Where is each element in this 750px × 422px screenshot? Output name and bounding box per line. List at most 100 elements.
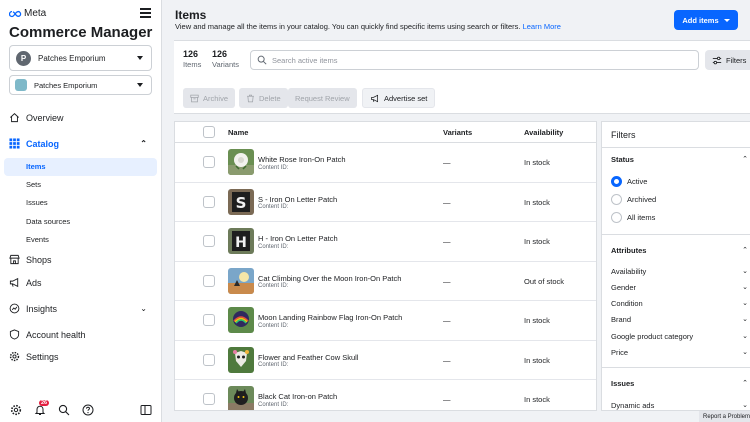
caret-down-icon <box>723 18 730 22</box>
issues-heading[interactable]: Issues <box>611 379 634 388</box>
menu-icon[interactable] <box>140 8 151 18</box>
chevron-down-icon[interactable]: ⌄ <box>742 332 748 340</box>
grid-icon <box>9 138 20 149</box>
advertise-set-button[interactable]: Advertise set <box>362 88 436 108</box>
nav-shops[interactable]: Shops <box>9 254 157 265</box>
content-id: Content ID: <box>258 322 289 329</box>
report-problem-button[interactable]: Report a Problem <box>699 411 750 422</box>
product-name[interactable]: S - Iron On Letter Patch <box>258 195 337 204</box>
table-row[interactable]: H H - Iron On Letter Patch Content ID: —… <box>175 222 596 262</box>
attribute-google-product-category[interactable]: Google product category <box>611 332 693 341</box>
status-active-radio[interactable] <box>611 176 622 187</box>
nav-ads[interactable]: Ads <box>9 277 157 288</box>
add-items-label: Add items <box>682 15 719 25</box>
row-checkbox[interactable] <box>203 353 215 366</box>
product-name[interactable]: Black Cat Iron-on Patch <box>258 392 337 401</box>
column-header-name[interactable]: Name <box>228 122 248 142</box>
gear-icon <box>9 351 20 362</box>
chevron-down-icon[interactable]: ⌄ <box>742 348 748 356</box>
table-row[interactable]: Cat Climbing Over the Moon Iron-On Patch… <box>175 262 596 301</box>
items-count-value: 126 <box>183 49 199 59</box>
archive-button[interactable]: Archive <box>183 88 236 108</box>
items-count-label: Items <box>183 60 202 69</box>
variants-cell: — <box>443 276 451 286</box>
product-name[interactable]: Flower and Feather Cow Skull <box>258 353 358 362</box>
divider <box>602 147 750 148</box>
meta-logo-text: Meta <box>24 8 47 19</box>
table-row[interactable]: White Rose Iron-On Patch Content ID: — I… <box>175 143 596 183</box>
learn-more-link[interactable]: Learn More <box>523 22 561 31</box>
account-selector[interactable]: P Patches Emporium <box>9 45 152 71</box>
filters-button[interactable]: Filters <box>705 50 750 70</box>
attribute-price[interactable]: Price <box>611 348 628 357</box>
chevron-up-icon[interactable]: ⌃ <box>742 155 748 163</box>
chevron-up-icon[interactable]: ⌃ <box>742 379 748 387</box>
select-all-checkbox[interactable] <box>203 126 215 138</box>
table-row[interactable]: S S - Iron On Letter Patch Content ID: —… <box>175 183 596 222</box>
items-count: 126 Items <box>183 49 201 69</box>
product-name[interactable]: White Rose Iron-On Patch <box>258 155 346 164</box>
availability-cell: Out of stock <box>524 276 565 286</box>
attribute-condition[interactable]: Condition <box>611 299 643 308</box>
help-icon[interactable] <box>82 404 94 416</box>
search-icon[interactable] <box>58 404 70 416</box>
svg-text:H: H <box>235 235 247 251</box>
chevron-down-icon[interactable]: ⌄ <box>742 299 748 307</box>
row-checkbox[interactable] <box>203 156 215 168</box>
attribute-brand[interactable]: Brand <box>611 315 631 324</box>
nav-sub-items[interactable]: Items <box>26 162 46 171</box>
product-name[interactable]: Moon Landing Rainbow Flag Iron-On Patch <box>258 313 402 322</box>
nav-settings[interactable]: Settings <box>9 351 157 362</box>
row-checkbox[interactable] <box>203 274 215 287</box>
chevron-up-icon[interactable]: ⌃ <box>742 246 748 254</box>
gear-icon[interactable] <box>10 404 22 416</box>
chevron-down-icon[interactable]: ⌄ <box>742 315 748 323</box>
row-checkbox[interactable] <box>203 314 215 326</box>
status-all-label[interactable]: All items <box>627 213 655 222</box>
status-all-radio[interactable] <box>611 212 622 223</box>
column-header-availability[interactable]: Availability <box>524 122 563 142</box>
column-header-variants[interactable]: Variants <box>443 122 472 142</box>
status-archived-label[interactable]: Archived <box>627 195 656 204</box>
status-heading[interactable]: Status <box>611 155 634 164</box>
filter-panel: Filters Status ⌃ Active Archived All ite… <box>601 121 750 411</box>
nav-catalog[interactable]: Catalog ⌃ <box>9 138 157 149</box>
catalog-selector[interactable]: Patches Emporium <box>9 75 152 95</box>
content-id: Content ID: <box>258 204 289 210</box>
account-avatar: P <box>16 50 31 66</box>
product-name[interactable]: Cat Climbing Over the Moon Iron-On Patch <box>258 274 401 283</box>
collapse-sidebar-icon[interactable] <box>140 404 152 416</box>
nav-account-health[interactable]: Account health <box>9 329 157 340</box>
issue-dynamic-ads[interactable]: Dynamic ads <box>611 401 654 410</box>
chevron-down-icon[interactable]: ⌄ <box>742 267 748 275</box>
row-checkbox[interactable] <box>203 393 215 405</box>
attribute-gender[interactable]: Gender <box>611 283 636 292</box>
table-row[interactable]: Moon Landing Rainbow Flag Iron-On Patch … <box>175 301 596 341</box>
delete-button[interactable]: Delete <box>239 88 288 108</box>
status-archived-radio[interactable] <box>611 194 622 205</box>
request-review-button[interactable]: Request Review <box>288 88 357 108</box>
meta-logo[interactable]: Meta <box>9 8 46 19</box>
status-active-label[interactable]: Active <box>627 177 647 186</box>
search-input[interactable]: Search active items <box>250 50 699 70</box>
nav-overview[interactable]: Overview <box>9 112 157 123</box>
attribute-availability[interactable]: Availability <box>611 267 646 276</box>
nav-sub-issues[interactable]: Issues <box>26 198 48 207</box>
row-checkbox[interactable] <box>203 235 215 247</box>
nav-overview-label: Overview <box>26 112 64 123</box>
row-checkbox[interactable] <box>203 195 215 208</box>
table-row[interactable]: Flower and Feather Cow Skull Content ID:… <box>175 341 596 380</box>
table-row[interactable]: Black Cat Iron-on Patch Content ID: — In… <box>175 380 596 410</box>
nav-insights[interactable]: Insights ⌄ <box>9 303 157 314</box>
nav-sub-data-sources[interactable]: Data sources <box>26 217 70 226</box>
divider <box>602 234 750 235</box>
nav-sub-events[interactable]: Events <box>26 235 49 244</box>
product-name[interactable]: H - Iron On Letter Patch <box>258 234 338 243</box>
chevron-down-icon[interactable]: ⌄ <box>742 401 748 409</box>
add-items-button[interactable]: Add items <box>674 10 738 30</box>
trash-icon <box>247 94 254 102</box>
nav-sub-sets[interactable]: Sets <box>26 180 41 189</box>
attributes-heading[interactable]: Attributes <box>611 246 646 255</box>
variants-cell: — <box>443 158 451 167</box>
chevron-down-icon[interactable]: ⌄ <box>742 283 748 291</box>
